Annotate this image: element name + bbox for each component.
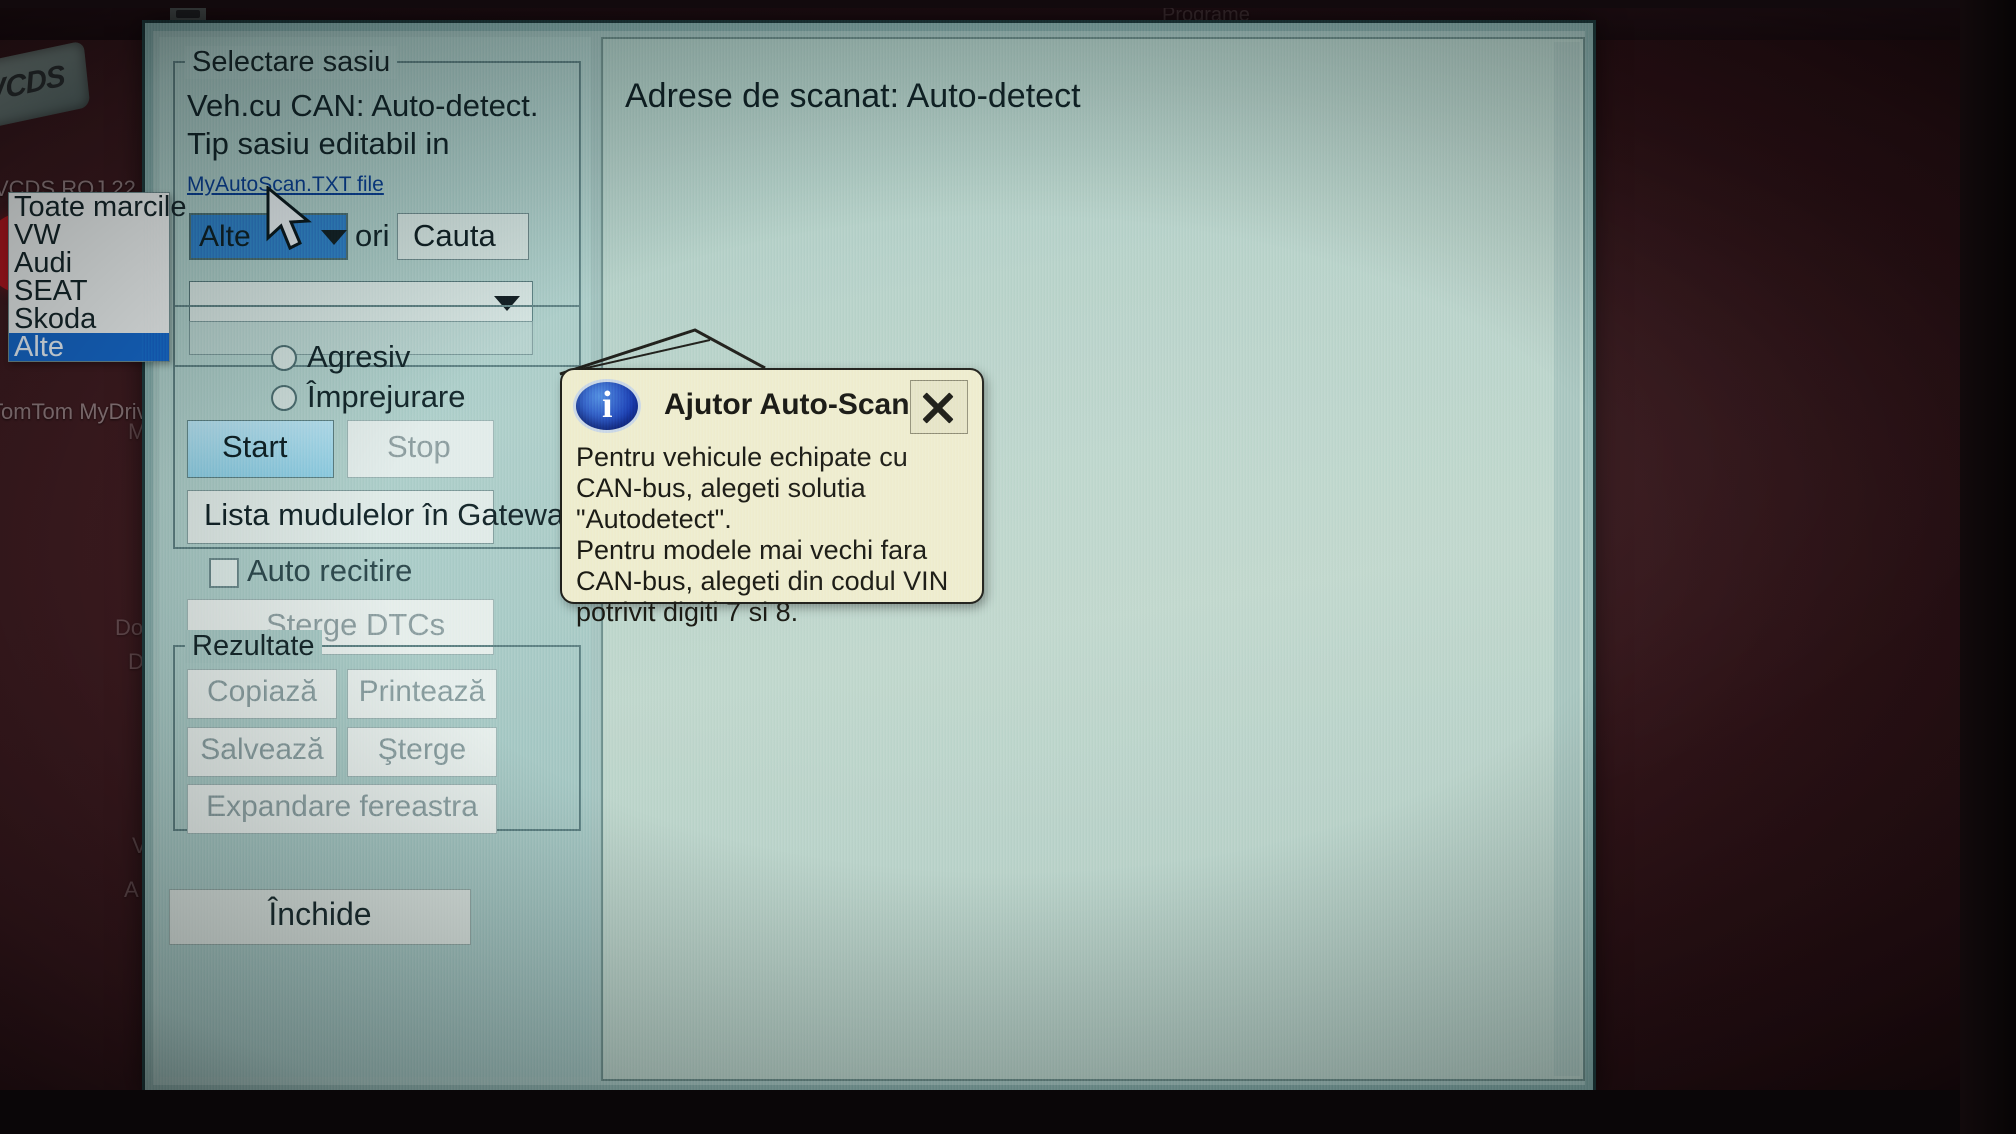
cauta-button[interactable]: Cauta <box>397 213 529 260</box>
monitor-bezel-bottom <box>0 1090 2016 1134</box>
sterge-label: Şterge <box>377 733 467 766</box>
printeaza-label: Printează <box>358 675 486 708</box>
copiaza-button[interactable]: Copiază <box>187 669 337 719</box>
scan-addresses-title: Adrese de scanat: Auto-detect <box>625 77 1081 115</box>
expandare-fereastra-button[interactable]: Expandare fereastra <box>187 784 497 834</box>
dropdown-item[interactable]: VW <box>9 221 169 250</box>
balloon-body-text: Pentru vehicule echipate cu CAN-bus, ale… <box>576 442 949 627</box>
balloon-title: Ajutor Auto-Scan <box>664 388 910 421</box>
expandare-label: Expandare fereastra <box>206 790 478 823</box>
brand-dropdown-list[interactable]: Toate marcile VW Audi SEAT Skoda Alte <box>8 192 186 362</box>
results-scrollbar[interactable] <box>1554 42 1580 1076</box>
group-rezultate: Rezultate Copiază Printează Salvează Şte… <box>173 630 581 834</box>
salveaza-button[interactable]: Salvează <box>187 727 337 777</box>
ori-label: ori <box>355 218 390 253</box>
dialog-left-panel: Selectare sasiu Veh.cu CAN: Auto-detect.… <box>159 37 591 1077</box>
dropdown-item[interactable]: Toate marcile <box>9 193 186 222</box>
dropdown-item[interactable]: Audi <box>9 249 169 278</box>
inchide-label: Închide <box>268 896 372 932</box>
gateway-modules-label: Lista mudulelor în Gateway <box>204 497 580 532</box>
brand-combo-value: Alte <box>199 220 251 253</box>
cauta-button-label: Cauta <box>413 218 496 253</box>
monitor-photo: VCDS VCDS ROJ 22.10 TomTom MyDriv... Pro… <box>0 0 2016 1134</box>
sasiu-description: Veh.cu CAN: Auto-detect. Tip sasiu edita… <box>187 88 539 161</box>
auto-recitire-checkbox-row[interactable]: Auto recitire <box>209 553 413 589</box>
dropdown-item[interactable]: SEAT <box>9 277 169 306</box>
group-legend-selectare-sasiu: Selectare sasiu <box>185 46 398 79</box>
group-legend-rezultate: Rezultate <box>185 630 322 663</box>
monitor-bezel-right <box>1960 0 2016 1134</box>
monitor-bezel-top <box>0 0 2016 8</box>
checkbox-icon[interactable] <box>209 558 239 588</box>
auto-recitire-label: Auto recitire <box>247 553 413 588</box>
start-button[interactable]: Start <box>187 420 334 478</box>
gateway-modules-button[interactable]: Lista mudulelor în Gateway <box>187 490 580 544</box>
sterge-button[interactable]: Şterge <box>347 727 497 777</box>
dropdown-item[interactable]: Skoda <box>9 305 169 334</box>
dropdown-item-selected[interactable]: Alte <box>9 333 169 362</box>
chevron-down-icon[interactable] <box>321 230 347 245</box>
balloon-close-button[interactable] <box>910 380 968 434</box>
info-icon <box>576 382 638 430</box>
stop-button[interactable]: Stop <box>347 420 494 478</box>
radio-dot-icon <box>271 385 297 411</box>
salveaza-label: Salvează <box>200 733 324 766</box>
radio-imprejurare-label: Împrejurare <box>307 379 466 414</box>
printeaza-button[interactable]: Printează <box>347 669 497 719</box>
radio-dot-icon <box>271 345 297 371</box>
inchide-button[interactable]: Închide <box>169 889 471 945</box>
stop-button-label: Stop <box>387 429 451 464</box>
radio-agresiv[interactable]: Agresiv <box>271 339 411 375</box>
radio-agresiv-label: Agresiv <box>307 339 411 374</box>
copiaza-label: Copiază <box>206 675 318 708</box>
group-scan-actions: Agresiv Împrejurare Start Stop Lista mud… <box>173 305 581 655</box>
start-button-label: Start <box>222 429 288 464</box>
help-balloon: Ajutor Auto-Scan Pentru vehicule echipat… <box>560 368 984 627</box>
radio-imprejurare[interactable]: Împrejurare <box>271 379 466 415</box>
desktop-icon-label-a: A <box>124 877 139 902</box>
